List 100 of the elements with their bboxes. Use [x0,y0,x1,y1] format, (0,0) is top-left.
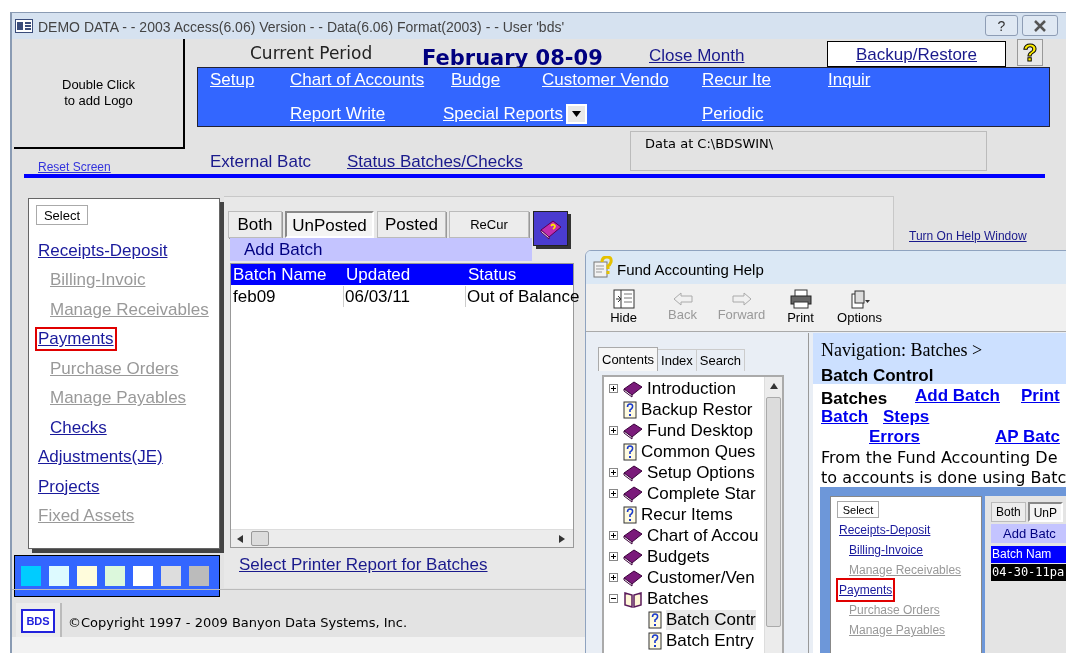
scroll-up-icon[interactable] [770,383,778,389]
tree-item[interactable]: Batches [647,588,709,609]
select-button[interactable]: Select [837,501,879,518]
add-batch-bar[interactable]: Add Batch [230,238,532,261]
help-icon [593,256,613,278]
status-batches-link[interactable]: Status Batches/Checks [347,149,523,175]
help-book-button[interactable] [533,211,568,246]
nav-link[interactable]: Periodic [702,104,764,124]
tab[interactable]: Contents [598,347,659,371]
help-window-link[interactable]: Turn On Help Window [909,227,1027,245]
toolbar-button[interactable]: Print [771,284,830,330]
help-link[interactable]: Batch [821,407,869,427]
nav-link[interactable]: Customer Vendo [542,70,669,90]
tab[interactable]: Index [658,349,697,371]
menu-item[interactable]: Adjustments(JE) [38,447,163,468]
menu-item[interactable]: Payments [836,578,896,602]
expand-icon[interactable] [609,552,618,561]
column-header[interactable]: Updated [346,264,411,285]
color-swatch[interactable] [21,566,41,586]
options-icon [849,289,870,309]
breadcrumb: Navigation: Batches > [821,339,983,362]
expand-icon[interactable] [609,384,618,393]
help-page-icon [623,505,637,524]
select-printer-link[interactable]: Select Printer Report for Batches [239,552,488,578]
expand-icon[interactable] [609,531,618,540]
help-button[interactable]: ? [985,15,1018,36]
reset-screen-link[interactable]: Reset Screen [38,158,111,176]
tab[interactable]: Both [991,502,1026,522]
toolbar-button[interactable]: Options [830,284,889,330]
vertical-scrollbar[interactable] [764,377,782,653]
column-header[interactable]: Batch Name [233,264,327,285]
tree-item[interactable]: Complete Star [647,483,756,504]
help-link[interactable]: Print [1021,386,1060,406]
tab[interactable]: UnP [1027,502,1064,522]
column-header[interactable]: Batch Nam [991,546,1066,563]
select-button[interactable]: Select [36,205,88,225]
help-link[interactable]: Add Batch [915,386,1000,406]
tree-item[interactable]: Batch Contr [666,609,756,630]
menu-item[interactable]: Receipts-Deposit [38,240,168,261]
table-cell[interactable]: 04-30-11pa [991,564,1066,581]
help-link[interactable]: Steps [883,407,930,427]
help-link[interactable]: Errors [869,427,921,447]
open-book-icon [623,589,643,608]
scroll-thumb[interactable] [251,531,269,546]
tree-item[interactable]: Introduction [647,378,736,399]
tree-item[interactable]: Common Ques [641,441,756,462]
nav-link[interactable]: Special Reports [443,104,587,124]
expand-icon[interactable] [609,489,618,498]
nav-link[interactable]: Budge [451,70,501,90]
nav-link[interactable]: Report Write [290,104,386,124]
logo-placeholder[interactable]: Double Click to add Logo [14,39,185,149]
section-label: Batches [821,388,888,410]
nav-link[interactable]: Inquir [828,70,871,90]
help-link[interactable]: AP Batc [995,427,1060,447]
toolbar-button[interactable]: Hide [594,284,653,330]
dropdown-button[interactable] [566,104,587,124]
tree-item[interactable]: Batch Entry [666,630,754,651]
menu-item[interactable]: Receipts-Deposit [839,520,931,540]
scroll-right-icon[interactable] [559,535,565,543]
horizontal-scrollbar[interactable] [231,529,573,547]
menu-item[interactable]: Projects [38,476,100,497]
expand-icon[interactable] [609,426,618,435]
tab[interactable]: ReCur [449,211,529,238]
menu-item[interactable]: Billing-Invoice [849,540,924,560]
tab[interactable]: UnPosted [285,211,374,238]
scroll-left-icon[interactable] [237,535,243,543]
tree-item[interactable]: Setup Options [647,462,755,483]
tab[interactable]: Search [696,349,746,371]
collapse-icon[interactable] [609,594,618,603]
color-swatch[interactable] [133,566,153,586]
tab[interactable]: Both [228,211,282,238]
backup-restore-button[interactable]: Backup/Restore [827,41,1006,67]
column-header[interactable]: Status [468,264,517,285]
scroll-thumb[interactable] [766,397,781,627]
close-button[interactable] [1022,15,1058,36]
nav-link[interactable]: Recur Ite [702,70,771,90]
color-swatch[interactable] [49,566,69,586]
tree-item[interactable]: Backup Restor [641,399,753,420]
tab[interactable]: Posted [377,211,446,238]
tree-item[interactable]: Recur Items [641,504,733,525]
menu-item[interactable]: Payments [35,327,117,352]
expand-icon[interactable] [609,573,618,582]
expand-icon[interactable] [609,468,618,477]
nav-link[interactable]: Chart of Accounts [290,70,425,90]
color-swatch[interactable] [161,566,181,586]
book-icon [623,547,643,566]
color-swatch[interactable] [77,566,97,586]
add-batch-bar[interactable]: Add Batc [991,524,1066,543]
color-swatch[interactable] [105,566,125,586]
color-swatch[interactable] [189,566,209,586]
external-batch-label: External Batc [210,151,312,173]
menu-item[interactable]: Checks [50,417,107,438]
help-page-icon [648,631,662,650]
tree-item[interactable]: Chart of Accou [647,525,759,546]
tree-item[interactable]: Customer/Ven [647,567,755,588]
nav-link[interactable]: Setup [210,70,255,90]
paragraph-line: to accounts is done using Batc [821,468,1066,488]
tree-item[interactable]: Fund Desktop [647,420,753,441]
close-month-link[interactable]: Close Month [649,43,745,69]
tree-item[interactable]: Budgets [647,546,710,567]
